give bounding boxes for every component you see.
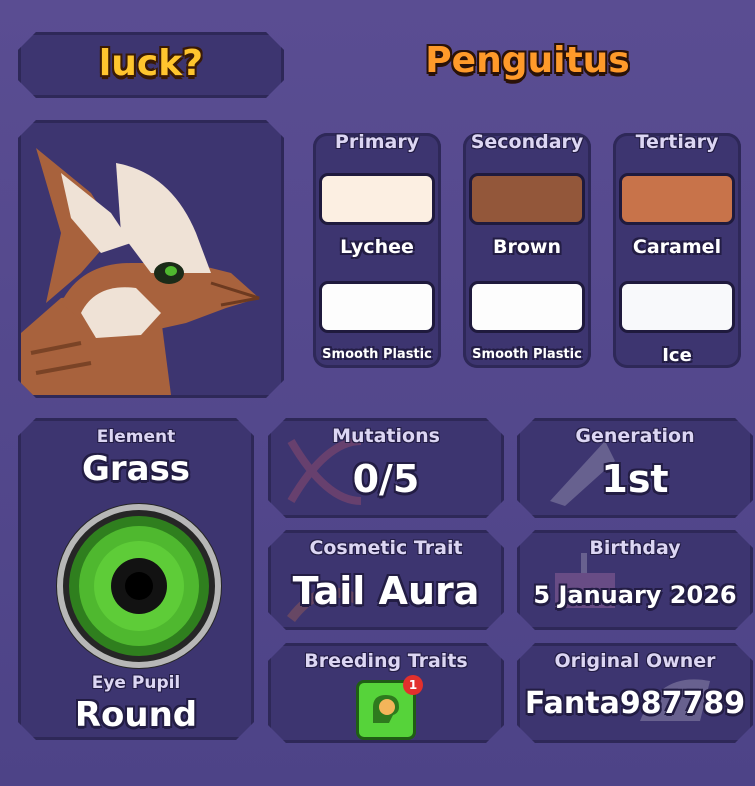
- mutations-value: 0/5: [352, 457, 420, 501]
- nickname-card[interactable]: luck?: [18, 32, 284, 98]
- portrait-card: [18, 120, 284, 398]
- element-label: Element: [96, 427, 176, 447]
- color-slot-tertiary[interactable]: Tertiary Caramel Ice: [613, 131, 741, 368]
- color-swatch: [619, 173, 735, 225]
- generation-label: Generation: [575, 425, 695, 447]
- material-swatch: [319, 281, 435, 333]
- cosmetic-trait-value: Tail Aura: [292, 569, 480, 613]
- eye-pupil-value: Round: [74, 695, 198, 735]
- breeding-traits-card[interactable]: Breeding Traits 1: [268, 643, 504, 743]
- color-name: Lychee: [340, 236, 414, 258]
- material-name: Ice: [662, 345, 692, 366]
- brain-trait-icon[interactable]: 1: [356, 680, 416, 740]
- mutations-card: Mutations 0/5: [268, 418, 504, 518]
- element-value: Grass: [81, 449, 191, 489]
- eye-pupil-label: Eye Pupil: [91, 673, 181, 693]
- birthday-value: 5 January 2026: [533, 581, 737, 609]
- slot-label: Tertiary: [635, 131, 719, 153]
- color-swatch: [319, 173, 435, 225]
- mutations-label: Mutations: [332, 425, 440, 447]
- material-name: Smooth Plastic: [472, 347, 582, 362]
- breeding-traits-label: Breeding Traits: [304, 650, 468, 672]
- color-slot-secondary[interactable]: Secondary Brown Smooth Plastic: [463, 131, 591, 368]
- material-name: Smooth Plastic: [322, 347, 432, 362]
- color-name: Caramel: [632, 236, 722, 258]
- generation-card: Generation 1st: [517, 418, 753, 518]
- birthday-label: Birthday: [589, 537, 681, 559]
- material-swatch: [469, 281, 585, 333]
- element-eye-card: Element Grass Eye Pupil Round: [18, 418, 254, 740]
- nickname-text: luck?: [98, 43, 204, 84]
- creature-portrait: [21, 123, 281, 395]
- trait-count-badge: 1: [403, 675, 423, 695]
- cosmetic-trait-card: Cosmetic Trait Tail Aura: [268, 530, 504, 630]
- color-swatch: [469, 173, 585, 225]
- eye-icon: [54, 501, 224, 671]
- original-owner-label: Original Owner: [554, 650, 716, 672]
- slot-label: Secondary: [470, 131, 584, 153]
- creature-info-panel: luck? Penguitus Primary Lychee Smooth Pl…: [0, 0, 755, 786]
- original-owner-card: Original Owner Fanta987789: [517, 643, 753, 743]
- slot-label: Primary: [334, 131, 420, 153]
- original-owner-value: Fanta987789: [524, 686, 746, 721]
- cosmetic-trait-label: Cosmetic Trait: [309, 537, 463, 559]
- birthday-card: Birthday 5 January 2026: [517, 530, 753, 630]
- generation-value: 1st: [601, 457, 669, 501]
- color-slot-primary[interactable]: Primary Lychee Smooth Plastic: [313, 131, 441, 368]
- material-swatch: [619, 281, 735, 333]
- species-title: Penguitus: [425, 40, 630, 81]
- color-name: Brown: [493, 236, 561, 258]
